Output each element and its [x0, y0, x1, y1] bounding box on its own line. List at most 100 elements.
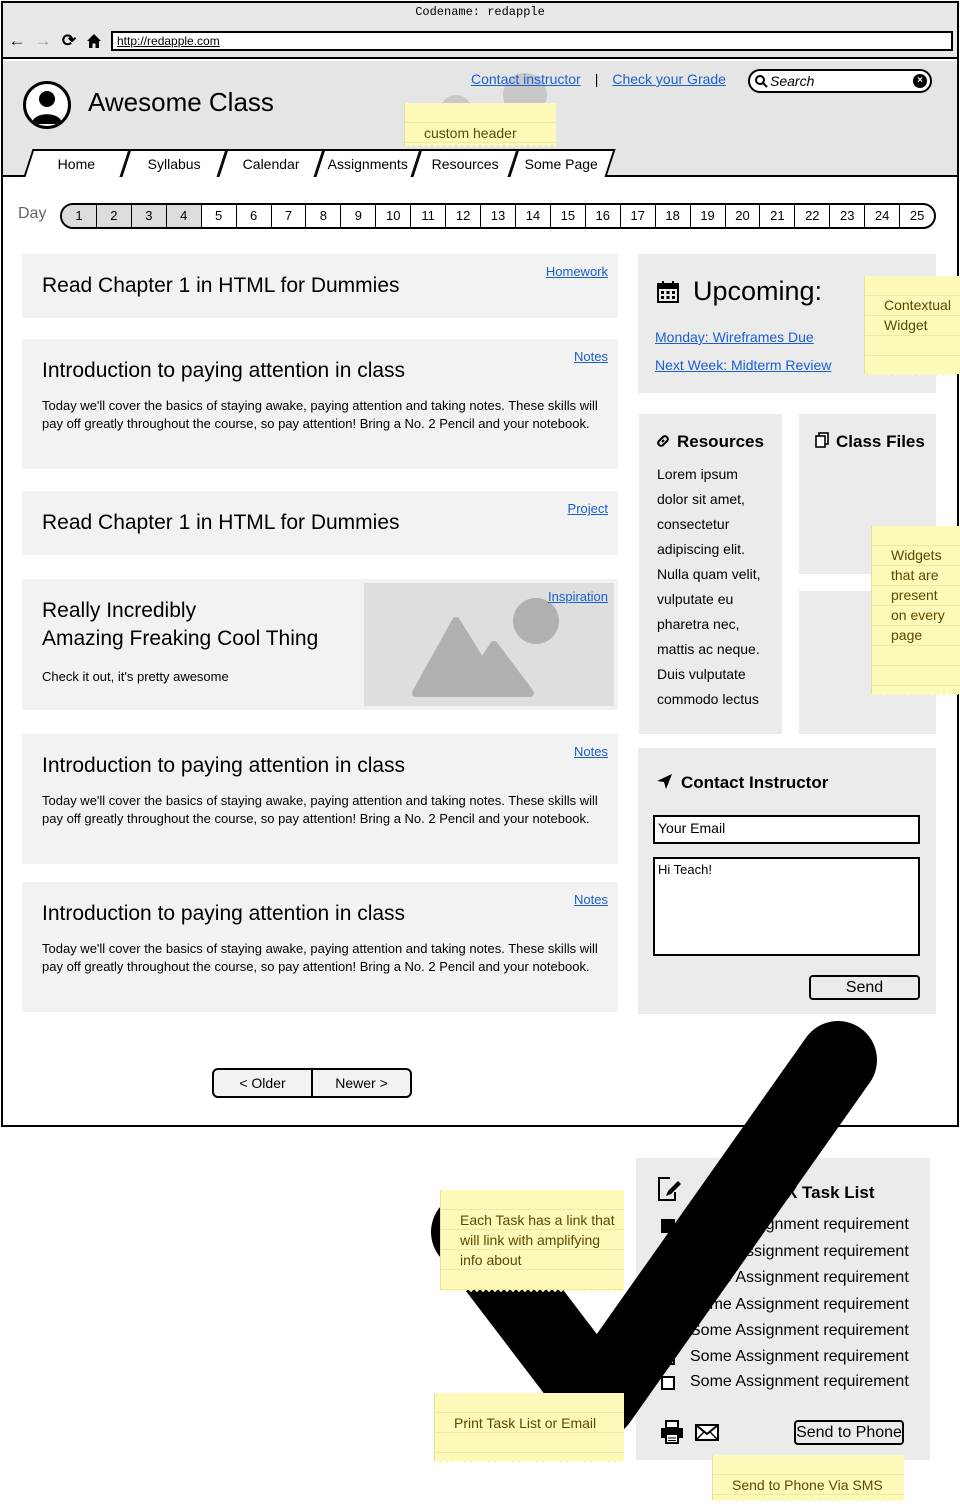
- search-input[interactable]: Search ×: [748, 69, 932, 93]
- tab-resources[interactable]: Resources: [411, 149, 519, 177]
- day-button[interactable]: 13: [480, 205, 515, 227]
- day-button[interactable]: 19: [689, 205, 725, 227]
- day-button[interactable]: 18: [654, 205, 690, 227]
- print-icon[interactable]: [660, 1420, 684, 1449]
- day-button[interactable]: 16: [584, 205, 620, 227]
- tab-label: Home: [57, 156, 96, 172]
- reload-icon[interactable]: ⟳: [59, 31, 79, 51]
- task-label-link[interactable]: Some Assignment requirement: [690, 1243, 909, 1261]
- card-title[interactable]: Read Chapter 1 in HTML for Dummies: [42, 274, 400, 298]
- day-label: Day: [18, 205, 47, 222]
- day-button[interactable]: 9: [340, 205, 375, 227]
- day-button[interactable]: 14: [514, 205, 550, 227]
- task-checkbox[interactable]: [661, 1246, 675, 1260]
- project-tag-link[interactable]: Project: [568, 501, 608, 516]
- day-button[interactable]: 25: [899, 205, 934, 227]
- newer-button[interactable]: Newer >: [311, 1070, 410, 1096]
- resources-widget: Resources Lorem ipsum dolor sit amet, co…: [639, 414, 782, 734]
- notes-tag-link[interactable]: Notes: [574, 744, 608, 759]
- home-icon[interactable]: [84, 31, 104, 51]
- day-button[interactable]: 8: [305, 205, 340, 227]
- task-checkbox[interactable]: [661, 1272, 675, 1286]
- task-label-link[interactable]: Some Assignment requirement: [690, 1373, 909, 1391]
- day-button[interactable]: 2: [95, 205, 131, 227]
- upcoming-title: Upcoming:: [693, 276, 823, 306]
- avatar[interactable]: [23, 81, 71, 129]
- tab-some-page[interactable]: Some Page: [508, 149, 616, 177]
- forward-arrow-icon[interactable]: →: [33, 31, 53, 51]
- day-button[interactable]: 11: [410, 205, 445, 227]
- day-button[interactable]: 10: [375, 205, 410, 227]
- search-placeholder: Search: [770, 73, 815, 89]
- address-bar[interactable]: http://redapple.com: [111, 31, 953, 51]
- tab-calendar[interactable]: Calendar: [217, 149, 325, 177]
- contact-instructor-link[interactable]: Contact instructor: [471, 71, 581, 87]
- notes-tag-link[interactable]: Notes: [574, 349, 608, 364]
- send-button[interactable]: Send: [809, 975, 920, 1000]
- tab-label: Assignments: [327, 156, 408, 172]
- search-icon: [755, 71, 768, 94]
- card-title[interactable]: Introduction to paying attention in clas…: [42, 754, 405, 778]
- day-button[interactable]: 6: [235, 205, 271, 227]
- header-links: Contact instructor | Check your Grade: [471, 71, 726, 87]
- task-checkbox[interactable]: [661, 1325, 675, 1339]
- inspiration-tag-link[interactable]: Inspiration: [548, 589, 608, 604]
- back-arrow-icon[interactable]: ←: [7, 31, 27, 51]
- window-title: Codename: redapple: [415, 5, 545, 19]
- sticky-note: Print Task List or Email: [434, 1393, 624, 1465]
- resources-text: Lorem ipsum dolor sit amet, consectetur …: [657, 466, 761, 707]
- day-pager: 1 2 3 4 5 6 7 8 9 10 11 12 13 14 15 16 17 18 19 20 21 22 23 24 2…: [60, 203, 936, 229]
- contact-widget: Contact Instructor Your Email Hi Teach! …: [638, 748, 936, 1014]
- day-button[interactable]: 17: [619, 205, 655, 227]
- task-label-link[interactable]: Some Assignment requirement: [690, 1322, 909, 1340]
- day-button[interactable]: 23: [829, 205, 864, 227]
- card-title-line1[interactable]: Really Incredibly: [42, 599, 196, 623]
- contact-title: Contact Instructor: [681, 773, 829, 792]
- day-button[interactable]: 5: [200, 205, 236, 227]
- card-title-line2[interactable]: Amazing Freaking Cool Thing: [42, 627, 318, 651]
- edit-note-icon: [656, 1176, 682, 1207]
- task-checkbox[interactable]: [661, 1299, 675, 1313]
- tab-label: Some Page: [525, 156, 599, 172]
- feed-card: Project Read Chapter 1 in HTML for Dummi…: [22, 491, 618, 555]
- card-title[interactable]: Read Chapter 1 in HTML for Dummies: [42, 511, 400, 535]
- homework-tag-link[interactable]: Homework: [546, 264, 608, 279]
- day-button[interactable]: 1: [62, 205, 96, 227]
- day-button[interactable]: 20: [724, 205, 760, 227]
- check-grade-link[interactable]: Check your Grade: [612, 71, 726, 87]
- clear-search-icon[interactable]: ×: [913, 74, 927, 88]
- day-button[interactable]: 3: [130, 205, 166, 227]
- email-icon[interactable]: [695, 1424, 719, 1446]
- sticky-note-text: Send to Phone Via SMS: [732, 1477, 883, 1493]
- day-button[interactable]: 12: [445, 205, 480, 227]
- card-title[interactable]: Introduction to paying attention in clas…: [42, 359, 405, 383]
- tab-home[interactable]: Home: [23, 149, 131, 177]
- card-title[interactable]: Introduction to paying attention in clas…: [42, 902, 405, 926]
- task-label-link[interactable]: Some Assignment requirement: [690, 1269, 909, 1287]
- task-label-link[interactable]: Some Assignment requirement: [690, 1296, 909, 1314]
- upcoming-item-link[interactable]: Monday: Wireframes Due: [655, 329, 814, 345]
- send-to-phone-button[interactable]: Send to Phone: [794, 1420, 904, 1445]
- task-checkbox[interactable]: [661, 1351, 675, 1365]
- day-button[interactable]: 21: [759, 205, 794, 227]
- url-text: http://redapple.com: [117, 34, 220, 48]
- tab-label: Resources: [431, 156, 499, 172]
- day-button[interactable]: 4: [165, 205, 201, 227]
- task-checkbox[interactable]: [661, 1376, 675, 1390]
- task-checkbox[interactable]: [661, 1219, 675, 1233]
- task-label-link[interactable]: Some Assignment requirement: [690, 1216, 909, 1234]
- card-body: Check it out, it's pretty awesome: [42, 669, 229, 684]
- feed-card-featured: Inspiration Really Incredibly Amazing Fr…: [22, 579, 618, 710]
- message-field[interactable]: Hi Teach!: [653, 857, 920, 956]
- day-button[interactable]: 24: [864, 205, 899, 227]
- tab-syllabus[interactable]: Syllabus: [120, 149, 228, 177]
- older-button[interactable]: < Older: [214, 1070, 311, 1096]
- day-button[interactable]: 7: [270, 205, 306, 227]
- notes-tag-link[interactable]: Notes: [574, 892, 608, 907]
- day-button[interactable]: 15: [549, 205, 585, 227]
- day-button[interactable]: 22: [794, 205, 829, 227]
- task-label-link[interactable]: Some Assignment requirement: [690, 1348, 909, 1366]
- upcoming-item-link[interactable]: Next Week: Midterm Review: [655, 357, 831, 373]
- email-field[interactable]: Your Email: [653, 815, 920, 844]
- tab-assignments[interactable]: Assignments: [314, 149, 422, 177]
